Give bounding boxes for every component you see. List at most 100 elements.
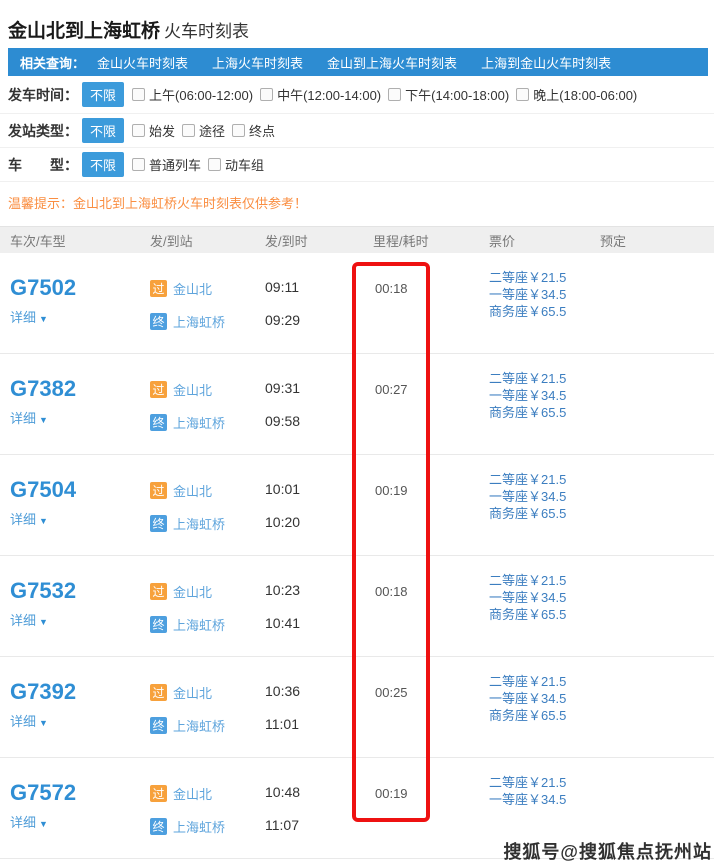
terminal-station-badge: 终: [150, 717, 167, 734]
checkbox[interactable]: [182, 124, 195, 137]
booking-cell: [590, 657, 714, 757]
from-station-link[interactable]: 金山北: [173, 380, 212, 399]
detail-label: 详细: [10, 310, 36, 325]
caret-down-icon: ▼: [39, 718, 48, 728]
from-station-link[interactable]: 金山北: [173, 279, 212, 298]
train-number[interactable]: G7502: [10, 275, 140, 301]
detail-label: 详细: [10, 714, 36, 729]
filter-option-label: 下午(14:00-18:00): [405, 85, 509, 104]
table-row: G7532 详细▼ 过 金山北 终 上海虹桥 10:23 10:41 00:18…: [0, 556, 714, 657]
price-line: 二等座￥21.5: [489, 471, 590, 488]
filter-option[interactable]: 下午(14:00-18:00): [388, 85, 509, 104]
filter-option[interactable]: 动车组: [208, 155, 264, 174]
related-link-jinshan-to-shanghai[interactable]: 金山到上海火车时刻表: [327, 53, 457, 72]
to-station-link[interactable]: 上海虹桥: [173, 817, 225, 836]
notice-text: 温馨提示：金山北到上海虹桥火车时刻表仅供参考！: [8, 193, 307, 212]
filter-all-button[interactable]: 不限: [82, 118, 124, 143]
filter-option[interactable]: 上午(06:00-12:00): [132, 85, 253, 104]
filter-row: 车 型： 不限 普通列车动车组: [0, 148, 714, 182]
checkbox[interactable]: [132, 124, 145, 137]
filter-option[interactable]: 终点: [232, 121, 275, 140]
to-station-link[interactable]: 上海虹桥: [173, 615, 225, 634]
price-list: 二等座￥21.5一等座￥34.5商务座￥65.5: [479, 253, 590, 353]
filter-option-label: 普通列车: [149, 155, 201, 174]
train-number[interactable]: G7572: [10, 780, 140, 806]
departure-time: 09:31: [265, 380, 363, 396]
price-line: 一等座￥34.5: [489, 488, 590, 505]
checkbox[interactable]: [132, 88, 145, 101]
detail-toggle[interactable]: 详细▼: [10, 711, 140, 730]
price-line: 二等座￥21.5: [489, 269, 590, 286]
filter-label: 发车时间：: [8, 85, 82, 105]
to-station-link[interactable]: 上海虹桥: [173, 312, 225, 331]
terminal-station-badge: 终: [150, 414, 167, 431]
related-link-shanghai-to-jinshan[interactable]: 上海到金山火车时刻表: [481, 53, 611, 72]
detail-label: 详细: [10, 512, 36, 527]
price-line: 一等座￥34.5: [489, 286, 590, 303]
from-station-link[interactable]: 金山北: [173, 683, 212, 702]
duration-value: 00:18: [375, 584, 408, 599]
detail-toggle[interactable]: 详细▼: [10, 307, 140, 326]
pass-station-badge: 过: [150, 684, 167, 701]
detail-toggle[interactable]: 详细▼: [10, 812, 140, 831]
train-schedule-page: 金山北到上海虹桥火车时刻表 相关查询： 金山火车时刻表 上海火车时刻表 金山到上…: [0, 0, 714, 867]
filter-row: 发车时间： 不限 上午(06:00-12:00) 中午(12:00-14:00) 下…: [0, 76, 714, 114]
checkbox[interactable]: [260, 88, 273, 101]
related-link-shanghai[interactable]: 上海火车时刻表: [212, 53, 303, 72]
price-line: 一等座￥34.5: [489, 387, 590, 404]
price-list: 二等座￥21.5一等座￥34.5商务座￥65.5: [479, 354, 590, 454]
arrival-time: 09:29: [265, 312, 363, 328]
filter-option[interactable]: 中午(12:00-14:00): [260, 85, 381, 104]
train-number[interactable]: G7504: [10, 477, 140, 503]
duration-value: 00:19: [375, 786, 408, 801]
filter-label: 车 型：: [8, 155, 82, 175]
price-line: 商务座￥65.5: [489, 505, 590, 522]
caret-down-icon: ▼: [39, 516, 48, 526]
from-station-link[interactable]: 金山北: [173, 784, 212, 803]
to-station-link[interactable]: 上海虹桥: [173, 716, 225, 735]
checkbox[interactable]: [132, 158, 145, 171]
filter-option-label: 终点: [249, 121, 275, 140]
column-header-times: 发/到时: [255, 231, 363, 250]
duration-value: 00:27: [375, 382, 408, 397]
train-number[interactable]: G7392: [10, 679, 140, 705]
arrival-time: 10:20: [265, 514, 363, 530]
duration-value: 00:18: [375, 281, 408, 296]
detail-toggle[interactable]: 详细▼: [10, 509, 140, 528]
pass-station-badge: 过: [150, 482, 167, 499]
price-line: 商务座￥65.5: [489, 404, 590, 421]
checkbox[interactable]: [232, 124, 245, 137]
filter-all-button[interactable]: 不限: [82, 82, 124, 107]
checkbox[interactable]: [516, 88, 529, 101]
departure-time: 10:01: [265, 481, 363, 497]
detail-toggle[interactable]: 详细▼: [10, 610, 140, 629]
related-links-bar: 相关查询： 金山火车时刻表 上海火车时刻表 金山到上海火车时刻表 上海到金山火车…: [8, 48, 708, 76]
filter-all-button[interactable]: 不限: [82, 152, 124, 177]
checkbox[interactable]: [388, 88, 401, 101]
to-station-link[interactable]: 上海虹桥: [173, 514, 225, 533]
to-station-link[interactable]: 上海虹桥: [173, 413, 225, 432]
detail-toggle[interactable]: 详细▼: [10, 408, 140, 427]
column-header-price: 票价: [479, 231, 590, 250]
arrival-time: 10:41: [265, 615, 363, 631]
from-station-link[interactable]: 金山北: [173, 481, 212, 500]
filter-option[interactable]: 途径: [182, 121, 225, 140]
booking-cell: [590, 556, 714, 656]
pass-station-badge: 过: [150, 381, 167, 398]
filter-option[interactable]: 始发: [132, 121, 175, 140]
train-number[interactable]: G7532: [10, 578, 140, 604]
column-header-booking: 预定: [590, 231, 714, 250]
departure-time: 10:48: [265, 784, 363, 800]
related-link-jinshan[interactable]: 金山火车时刻表: [97, 53, 188, 72]
checkbox[interactable]: [208, 158, 221, 171]
filter-option[interactable]: 普通列车: [132, 155, 201, 174]
departure-time: 09:11: [265, 279, 363, 295]
filter-option[interactable]: 晚上(18:00-06:00): [516, 85, 637, 104]
table-body: G7502 详细▼ 过 金山北 终 上海虹桥 09:11 09:29 00:18…: [0, 253, 714, 859]
filter-option-label: 上午(06:00-12:00): [149, 85, 253, 104]
price-line: 二等座￥21.5: [489, 572, 590, 589]
from-station-link[interactable]: 金山北: [173, 582, 212, 601]
price-line: 商务座￥65.5: [489, 303, 590, 320]
train-number[interactable]: G7382: [10, 376, 140, 402]
table-row: G7392 详细▼ 过 金山北 终 上海虹桥 10:36 11:01 00:25…: [0, 657, 714, 758]
